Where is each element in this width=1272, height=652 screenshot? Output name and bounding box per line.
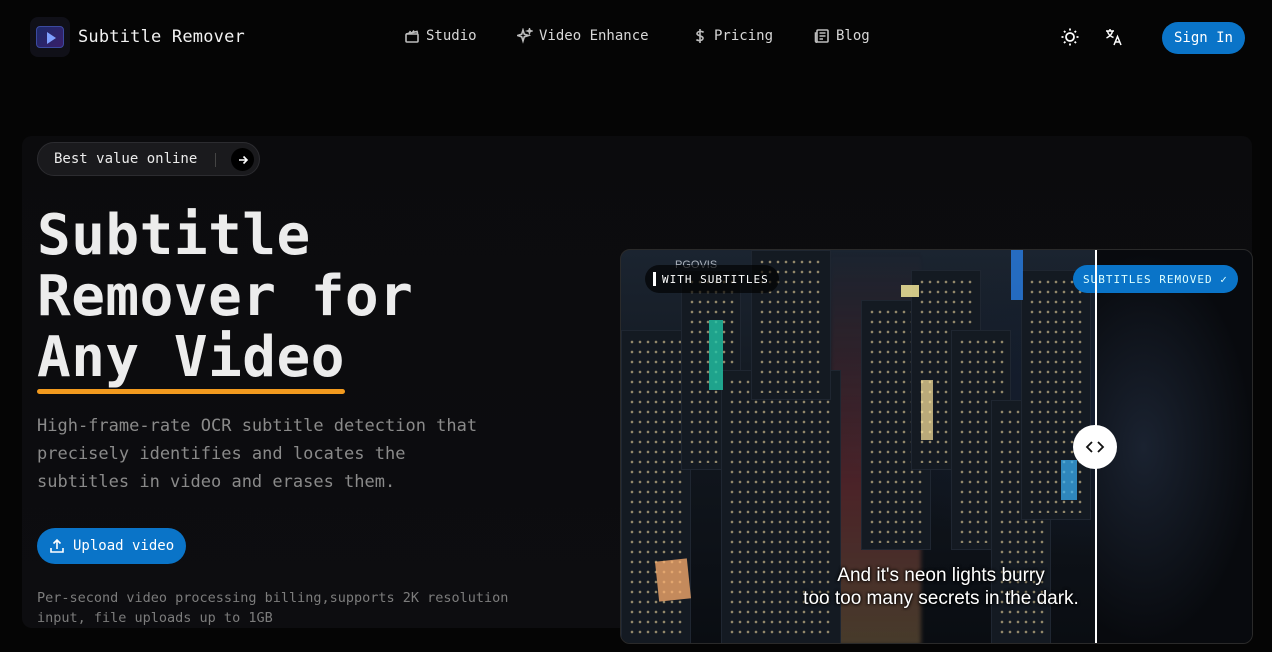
hero-title-line2: Remover for <box>37 264 414 329</box>
subtitle-line2: too too many secrets in the dark. <box>803 588 1079 609</box>
translate-icon <box>1106 29 1122 46</box>
best-value-badge[interactable]: Best value online <box>37 142 260 176</box>
neon-sign <box>901 285 919 297</box>
neon-sign <box>921 380 933 440</box>
app-logo-icon <box>30 17 70 57</box>
brand-name: Subtitle Remover <box>78 27 245 47</box>
nav-blog[interactable]: Blog <box>814 28 870 44</box>
nav-blog-label: Blog <box>836 28 870 44</box>
nav-video-enhance-label: Video Enhance <box>539 28 649 44</box>
with-subtitles-label: WITH SUBTITLES <box>645 265 779 293</box>
comparison-slider-handle[interactable] <box>1073 425 1117 469</box>
label-bar <box>653 272 656 286</box>
neon-sign <box>654 558 692 602</box>
subtitle-line1: And it's neon lights burry <box>837 565 1045 586</box>
nav-pricing[interactable]: Pricing <box>692 28 773 44</box>
neon-sign <box>709 320 723 390</box>
dollar-icon <box>695 29 705 43</box>
language-button[interactable] <box>1102 25 1126 49</box>
newspaper-icon <box>814 29 829 43</box>
nav-studio[interactable]: Studio <box>404 28 477 44</box>
hero-title: Subtitle Remover for Any Video <box>37 203 414 394</box>
with-subtitles-text: WITH SUBTITLES <box>662 272 769 286</box>
processed-side <box>1096 250 1252 643</box>
before-after-viewer[interactable]: And it's neon lights burry too too many … <box>620 249 1253 644</box>
upload-video-label: Upload video <box>73 538 175 554</box>
building <box>1021 270 1091 520</box>
hero-description: High-frame-rate OCR subtitle detection t… <box>37 416 478 492</box>
nav-studio-label: Studio <box>426 28 477 44</box>
header: Subtitle Remover Studio Video Enhance Pr… <box>0 0 1272 76</box>
hero-title-line1: Subtitle <box>37 203 311 268</box>
badge-divider <box>215 153 216 167</box>
video-subtitle: And it's neon lights burry too too many … <box>786 564 1096 610</box>
chevrons-left-right-icon <box>1085 441 1105 453</box>
upload-video-button[interactable]: Upload video <box>37 528 186 564</box>
nav-pricing-label: Pricing <box>714 28 774 44</box>
subtitles-removed-label: SUBTITLES REMOVED ✓ <box>1073 265 1238 293</box>
neon-sign <box>1011 250 1023 300</box>
theme-toggle-button[interactable] <box>1058 25 1082 49</box>
clapperboard-icon <box>405 30 419 43</box>
brand[interactable]: Subtitle Remover <box>30 17 245 57</box>
title-underline <box>37 389 345 394</box>
hero-title-line3: Any Video <box>37 327 345 394</box>
sun-icon <box>1061 28 1079 46</box>
sparkles-icon <box>517 28 533 44</box>
arrow-right-icon <box>231 148 254 171</box>
upload-icon <box>50 538 64 553</box>
sign-in-button[interactable]: Sign In <box>1162 22 1245 54</box>
nav-video-enhance[interactable]: Video Enhance <box>517 28 649 44</box>
neon-sign <box>1061 460 1077 500</box>
billing-note: Per-second video processing billing,supp… <box>37 590 509 626</box>
badge-label: Best value online <box>54 151 198 167</box>
